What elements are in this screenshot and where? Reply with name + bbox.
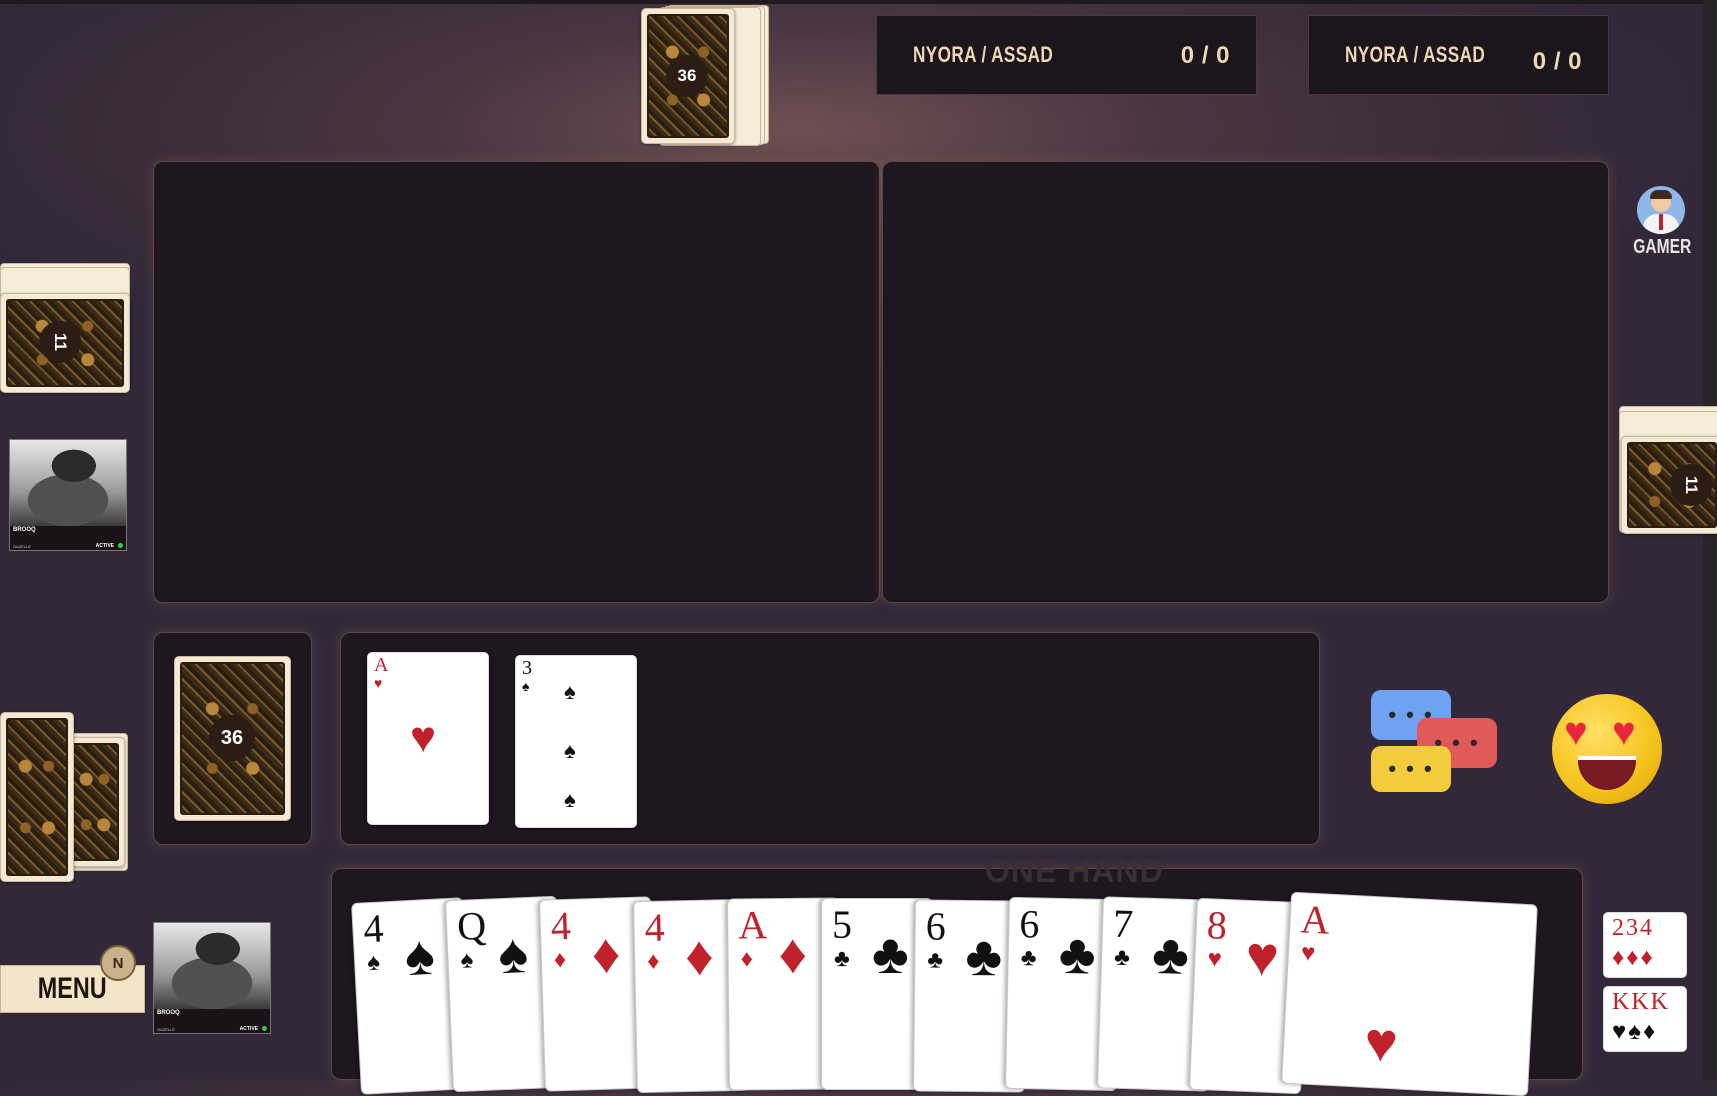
card-suit: ♠ [460, 947, 474, 974]
card-back [0, 712, 74, 882]
card-rank: 3 [522, 657, 532, 679]
card-rank: 6 [925, 903, 946, 949]
top-border [0, 0, 1717, 4]
smile-mouth [1578, 756, 1636, 790]
team-names: NYORA / ASSAD [1345, 42, 1486, 67]
card-pip: ♣ [1058, 923, 1097, 987]
partner-deck [0, 712, 130, 882]
deck-count-badge: 36 [209, 715, 255, 761]
card-pip: ♦ [684, 925, 715, 989]
card-pip: ♣ [872, 924, 909, 986]
card-pip: ♥ [410, 713, 437, 762]
online-dot [118, 543, 123, 548]
card-rank: A [1299, 896, 1331, 943]
card-suit: ♣ [927, 947, 944, 974]
played-card-ace-hearts: A ♥ ♥ [367, 652, 489, 825]
card-pip: ♥ [1362, 1011, 1400, 1076]
player-photo [10, 440, 126, 526]
card-suit: ♦ [647, 948, 660, 975]
scoreboard-1: NYORA / ASSAD 0 / 0 [876, 15, 1257, 95]
card-rank: A [738, 902, 768, 948]
card-pip: ♠ [564, 738, 576, 763]
card-rank: 4 [362, 905, 385, 952]
hand-card[interactable]: A ♥ ♥ [1281, 891, 1538, 1096]
heart-eye-left-icon: ♥ [1564, 710, 1588, 754]
deck-count-badge: 11 [39, 321, 81, 363]
card-suit: ♠ [522, 680, 530, 695]
card-pip: ♠ [497, 923, 530, 987]
card-pip: ♥ [1244, 925, 1281, 990]
left-player-deck: 11 [0, 263, 130, 393]
card-suit: ♥ [374, 677, 383, 692]
card-pip: ♦ [590, 923, 622, 987]
player-name: BROOQ [157, 1009, 180, 1016]
played-card-3-spades: 3 ♠ ♠ ♠ ♠ [515, 655, 637, 828]
one-hand-label: ONE HAND [985, 853, 1164, 889]
team-score: 0 / 0 [1180, 42, 1230, 69]
avatar-bottom-player[interactable]: BROOQ GAZELLE ACTIVE [153, 922, 271, 1034]
scoreboard-2: NYORA / ASSAD 0 / 0 [1308, 15, 1609, 95]
chat-button[interactable]: • • • • • • • • • [1370, 688, 1500, 808]
card-suit: ♠ [366, 949, 381, 977]
emoji-button[interactable]: ♥ ♥ [1552, 694, 1662, 804]
right-edge [1703, 0, 1717, 1080]
chat-bubble-yellow: • • • [1371, 746, 1451, 792]
avatar-left-player[interactable]: BROOQ GAZELLE ACTIVE [9, 439, 127, 551]
online-dot [262, 1026, 267, 1031]
player-subtitle: GAZELLE [13, 544, 32, 549]
card-rank: 4 [550, 902, 572, 949]
right-player-deck: 11 [1619, 406, 1717, 536]
card-pip: ♣ [1151, 923, 1190, 988]
card-suit: ♥ [1206, 946, 1223, 973]
player-subtitle: GAZELLE [157, 1027, 176, 1032]
deck-count-badge: 36 [666, 55, 708, 97]
player-status: ACTIVE [239, 1026, 258, 1032]
card-rank: Q [456, 902, 487, 949]
card-rank: 5 [832, 902, 852, 947]
team-score: 0 / 0 [1532, 48, 1582, 75]
deck-count-badge: 11 [1670, 464, 1712, 506]
sort-suits: ♥♠♦ [1612, 1019, 1658, 1045]
card-pip: ♠ [564, 679, 576, 704]
card-suit: ♣ [834, 946, 850, 972]
card-pip: ♦ [778, 923, 808, 987]
sort-by-rank-button[interactable]: 2 3 4 ♦♦♦ [1603, 912, 1687, 978]
gamer-avatar[interactable] [1637, 186, 1685, 234]
player-name: BROOQ [13, 526, 36, 533]
player-photo [154, 923, 270, 1009]
team-pile-right [882, 161, 1609, 603]
heart-eye-right-icon: ♥ [1612, 710, 1636, 754]
sort-ranks: 2 3 4 [1612, 915, 1652, 941]
player-info-strip: BROOQ GAZELLE ACTIVE [154, 1008, 270, 1033]
card-rank: 8 [1206, 902, 1228, 948]
top-deck[interactable]: 36 [641, 5, 771, 146]
card-suit: ♣ [1020, 945, 1037, 972]
card-back [65, 737, 125, 867]
card-suit: ♥ [1300, 940, 1316, 967]
menu-label: MENU [38, 972, 107, 1005]
card-rank: 6 [1018, 901, 1040, 947]
card-suit: ♣ [1113, 944, 1131, 972]
card-pip: ♠ [564, 787, 576, 812]
card-rank: 4 [644, 904, 666, 950]
card-suit: ♦ [553, 946, 567, 974]
team-names: NYORA / ASSAD [913, 42, 1054, 67]
gamer-label: GAMER [1632, 236, 1692, 258]
sort-suits: ♦♦♦ [1612, 945, 1655, 971]
notification-badge[interactable]: N [100, 945, 136, 981]
player-status: ACTIVE [95, 543, 114, 549]
player-info-strip: BROOQ GAZELLE ACTIVE [10, 525, 126, 550]
card-pip: ♠ [403, 924, 437, 989]
team-pile-left [153, 161, 880, 603]
card-suit: ♦ [740, 946, 754, 973]
card-pip: ♣ [965, 925, 1003, 989]
sort-ranks: K K K [1612, 989, 1668, 1015]
card-rank: A [374, 654, 389, 676]
sort-by-suit-button[interactable]: K K K ♥♠♦ [1603, 986, 1687, 1052]
card-rank: 7 [1112, 900, 1134, 947]
